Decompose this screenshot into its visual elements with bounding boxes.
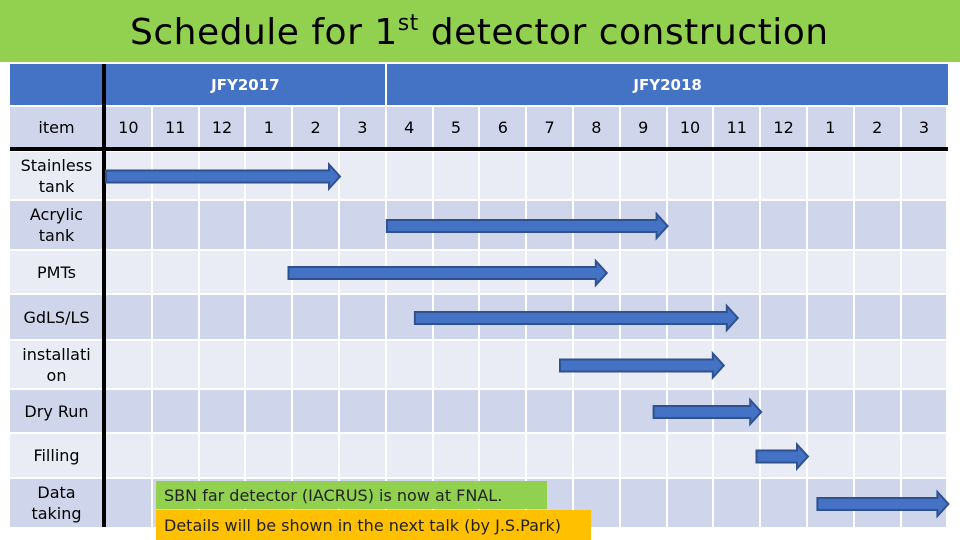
task-arrow xyxy=(105,161,342,192)
gantt-arrows xyxy=(105,161,950,519)
task-arrow xyxy=(755,441,810,472)
task-arrow xyxy=(413,303,740,333)
task-arrow xyxy=(652,397,763,427)
note-next-talk: Details will be shown in the next talk (… xyxy=(156,510,591,540)
task-arrow xyxy=(559,350,726,381)
task-arrow xyxy=(287,258,609,288)
note-sbn-far-detector: SBN far detector (IACRUS) is now at FNAL… xyxy=(156,481,547,509)
task-arrow xyxy=(816,489,950,519)
task-arrow xyxy=(385,211,669,241)
